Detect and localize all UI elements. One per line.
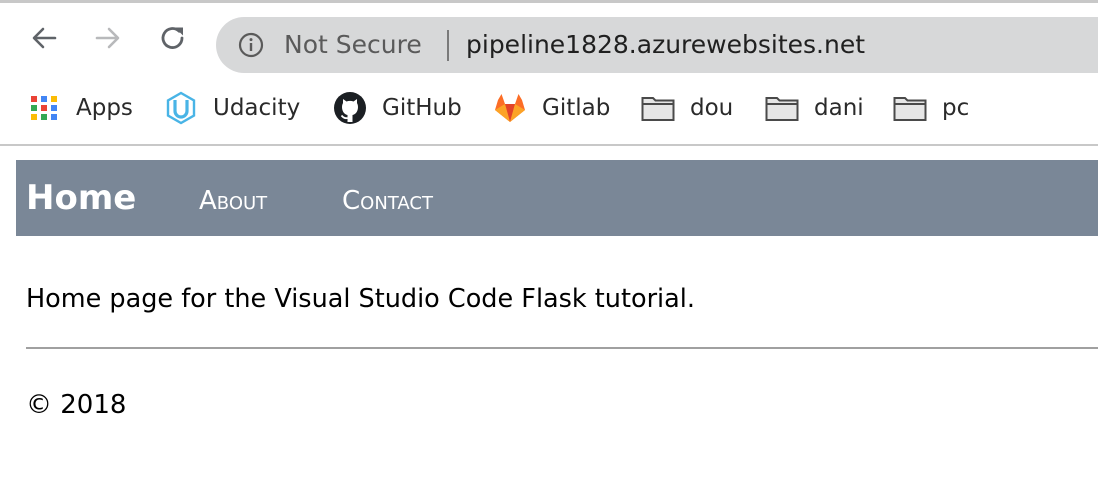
security-status-label[interactable]: Not Secure — [284, 30, 422, 60]
folder-icon — [893, 91, 927, 125]
gitlab-logo-icon — [493, 91, 527, 125]
bookmark-udacity[interactable]: Udacity — [164, 91, 300, 125]
nav-about-link[interactable]: About — [199, 184, 267, 218]
bookmark-gitlab[interactable]: Gitlab — [493, 91, 610, 125]
bookmark-folder-pc[interactable]: pc — [893, 91, 969, 125]
apps-grid-icon — [30, 91, 60, 125]
address-divider — [447, 30, 449, 61]
arrow-right-icon — [95, 27, 120, 49]
horizontal-rule — [26, 347, 1098, 349]
folder-icon — [765, 91, 799, 125]
reload-icon — [161, 27, 184, 49]
bookmark-folder-dani[interactable]: dani — [765, 91, 864, 125]
nav-home-link[interactable]: Home — [26, 176, 136, 220]
back-button[interactable] — [26, 20, 62, 56]
arrow-left-icon — [32, 27, 57, 49]
udacity-logo-icon — [164, 91, 198, 125]
github-logo-icon — [333, 91, 367, 125]
bookmark-github[interactable]: GitHub — [333, 91, 462, 125]
footer-copyright: © 2018 — [26, 390, 127, 420]
nav-contact-link[interactable]: Contact — [342, 184, 433, 218]
bookmarks-bar: Apps Udacity GitHub Gitlab dou dani pc — [0, 81, 1098, 139]
browser-toolbar: Not Secure pipeline1828.azurewebsites.ne… — [0, 6, 1098, 78]
bookmark-label: Apps — [76, 95, 133, 121]
forward-button[interactable] — [90, 20, 126, 56]
bookmark-apps[interactable]: Apps — [30, 91, 133, 125]
url-text[interactable]: pipeline1828.azurewebsites.net — [466, 30, 865, 60]
chrome-divider — [0, 144, 1098, 146]
folder-icon — [641, 91, 675, 125]
reload-button[interactable] — [155, 20, 191, 56]
bookmark-label: pc — [942, 95, 970, 121]
info-icon[interactable] — [238, 32, 264, 58]
bookmark-folder-dou[interactable]: dou — [641, 91, 733, 125]
site-navbar: Home About Contact — [16, 160, 1098, 236]
page-body-text: Home page for the Visual Studio Code Fla… — [26, 284, 695, 314]
address-bar[interactable]: Not Secure pipeline1828.azurewebsites.ne… — [216, 17, 1098, 73]
bookmark-label: Gitlab — [542, 95, 611, 121]
bookmark-label: Udacity — [213, 95, 301, 121]
bookmark-label: dou — [690, 95, 734, 121]
browser-chrome: Not Secure pipeline1828.azurewebsites.ne… — [0, 0, 1098, 146]
bookmark-label: dani — [814, 95, 864, 121]
bookmark-label: GitHub — [382, 95, 462, 121]
